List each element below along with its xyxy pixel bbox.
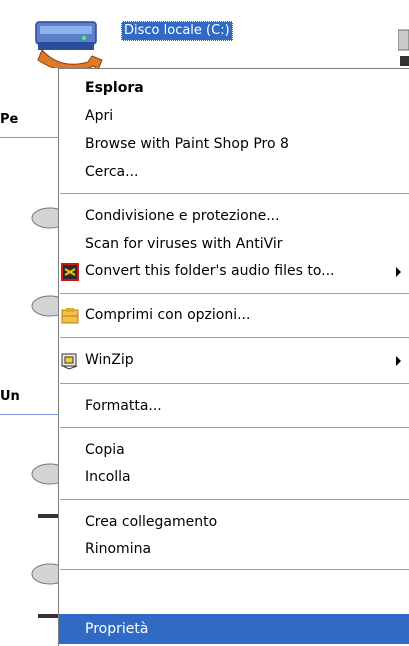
menu-item-condivisione[interactable]: Condivisione e protezione... <box>59 203 409 230</box>
menu-separator <box>60 293 409 294</box>
menu-item-cerca[interactable]: Cerca... <box>59 159 409 186</box>
menu-item-antivir-scan[interactable]: Scan for viruses with AntiVir <box>59 231 409 258</box>
menu-item-rinomina[interactable]: Rinomina <box>59 536 409 563</box>
menu-item-formatta[interactable]: Formatta... <box>59 393 409 420</box>
menu-separator <box>60 337 409 338</box>
menu-separator <box>60 193 409 194</box>
menu-separator <box>60 383 409 384</box>
menu-item-convert-audio[interactable]: Convert this folder's audio files to... <box>59 258 409 285</box>
drive-icon[interactable] <box>398 20 409 66</box>
section-header: Un <box>0 389 20 404</box>
menu-item-crea-collegamento[interactable]: Crea collegamento <box>59 509 409 536</box>
submenu-arrow-icon <box>396 356 401 366</box>
menu-item-copia[interactable]: Copia <box>59 437 409 464</box>
context-menu: Esplora Apri Browse with Paint Shop Pro … <box>58 68 409 646</box>
submenu-arrow-icon <box>396 267 401 277</box>
menu-item-incolla[interactable]: Incolla <box>59 464 409 491</box>
menu-item-comprimi[interactable]: Comprimi con opzioni... <box>59 302 409 329</box>
menu-separator <box>60 569 409 570</box>
menu-separator <box>60 499 409 500</box>
compress-icon <box>61 308 79 324</box>
menu-item-winzip[interactable]: WinZip <box>59 347 409 374</box>
selected-drive-label[interactable]: Disco locale (C:) <box>121 21 233 41</box>
section-header: Pe <box>0 112 19 127</box>
menu-item-browse-paint-shop[interactable]: Browse with Paint Shop Pro 8 <box>59 131 409 158</box>
hard-drive-share-icon[interactable] <box>32 14 110 68</box>
menu-separator <box>60 427 409 428</box>
menu-item-proprieta[interactable]: Proprietà <box>59 614 409 644</box>
menu-item-apri[interactable]: Apri <box>59 103 409 130</box>
menu-item-esplora[interactable]: Esplora <box>59 75 409 102</box>
audio-convert-icon <box>61 263 79 281</box>
winzip-icon <box>61 353 78 370</box>
